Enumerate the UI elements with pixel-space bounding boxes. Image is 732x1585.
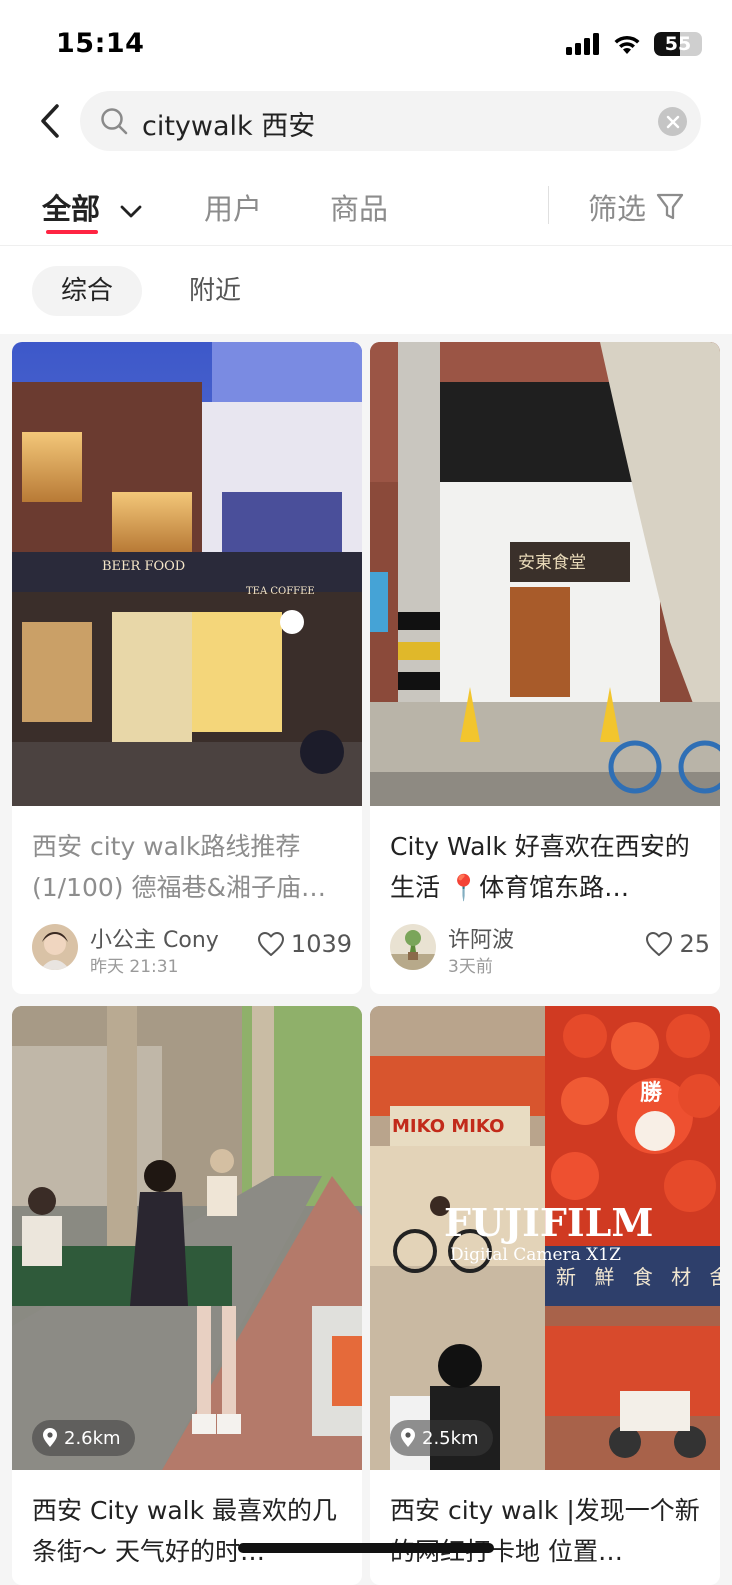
daruma-char: 勝 <box>640 1081 663 1106</box>
shop-characters: 新 鮮 食 材 舍 <box>556 1265 720 1289</box>
signal-icon <box>566 33 599 55</box>
distance-badge: 2.5km <box>390 1420 493 1456</box>
tab-divider <box>548 186 549 224</box>
sort-tabs: 综合 附近 <box>0 248 732 334</box>
back-arrow-icon <box>41 104 59 138</box>
filter-button[interactable]: 筛选 <box>588 186 684 228</box>
distance-badge: 2.6km <box>32 1420 135 1456</box>
post-card[interactable]: MIKO MIKO FUJIFILM Digital Camera X1Z 勝 … <box>370 1006 720 1585</box>
distance-text: 2.6km <box>64 1427 121 1449</box>
category-tabs: 全部 用户 商品 筛选 <box>0 172 732 246</box>
subtab-general[interactable]: 综合 <box>32 266 142 316</box>
home-indicator[interactable] <box>238 1543 494 1553</box>
search-query: citywalk 西安 <box>142 111 316 142</box>
search-header: citywalk 西安 <box>0 88 732 154</box>
post-card[interactable]: 安東食堂 City Walk 好喜欢在西安的生活 📍体育馆东路… 许阿波 3天前… <box>370 342 720 994</box>
active-tab-indicator <box>46 230 98 234</box>
post-image[interactable]: BEER FOOD TEA COFFEE <box>12 342 362 806</box>
post-title[interactable]: 西安 City walk 最喜欢的几条街～ 天气好的时… <box>32 1490 350 1572</box>
battery-icon: 55 <box>654 32 702 56</box>
chevron-down-icon <box>120 205 142 218</box>
status-bar: 15:14 55 <box>0 0 732 86</box>
post-time: 昨天 21:31 <box>90 957 179 977</box>
post-image[interactable] <box>12 1006 362 1470</box>
battery-level: 55 <box>664 33 692 55</box>
like-count: 25 <box>679 930 710 958</box>
tea-coffee-sign: TEA COFFEE <box>246 586 315 597</box>
shop-sign: 安東食堂 <box>518 553 586 573</box>
post-time: 3天前 <box>448 957 493 977</box>
search-input[interactable]: citywalk 西安 <box>80 91 701 151</box>
tab-goods[interactable]: 商品 <box>330 186 388 228</box>
avatar[interactable] <box>390 924 436 970</box>
fujifilm-watermark: FUJIFILM <box>444 1200 653 1245</box>
location-pin-icon <box>43 1428 57 1447</box>
tab-all[interactable]: 全部 <box>42 186 142 228</box>
status-time: 15:14 <box>56 28 145 59</box>
post-card[interactable]: 2.6km 西安 City walk 最喜欢的几条街～ 天气好的时… <box>12 1006 362 1585</box>
post-card[interactable]: BEER FOOD TEA COFFEE 西安 city walk路线推荐 (1… <box>12 342 362 994</box>
post-image[interactable]: 安東食堂 <box>370 342 720 806</box>
wifi-icon <box>614 35 640 54</box>
post-author[interactable]: 许阿波 3天前 25 <box>390 922 710 977</box>
location-pin-icon <box>401 1428 415 1447</box>
post-title[interactable]: 西安 city walk |发现一个新的网红打卡地 位置… <box>390 1490 708 1572</box>
back-button[interactable] <box>30 98 70 144</box>
camera-watermark: Digital Camera X1Z <box>450 1245 621 1265</box>
post-title[interactable]: City Walk 好喜欢在西安的生活 📍体育馆东路… <box>390 826 708 908</box>
like-button[interactable]: 25 <box>645 930 710 958</box>
post-image[interactable]: MIKO MIKO FUJIFILM Digital Camera X1Z 勝 … <box>370 1006 720 1470</box>
beer-food-sign: BEER FOOD <box>102 559 185 574</box>
author-name[interactable]: 小公主 Cony <box>90 922 219 954</box>
status-icons: 55 <box>566 32 702 56</box>
like-count: 1039 <box>290 930 352 958</box>
filter-icon <box>656 193 684 220</box>
avatar[interactable] <box>32 924 78 970</box>
post-title[interactable]: 西安 city walk路线推荐 (1/100) 德福巷&湘子庙… <box>32 826 350 908</box>
search-icon <box>101 108 128 135</box>
miko-sign: MIKO MIKO <box>392 1116 504 1137</box>
post-author[interactable]: 小公主 Cony 昨天 21:31 1039 <box>32 922 352 977</box>
author-name[interactable]: 许阿波 <box>448 922 514 954</box>
like-button[interactable]: 1039 <box>257 930 352 958</box>
distance-text: 2.5km <box>422 1427 479 1449</box>
tab-users[interactable]: 用户 <box>204 186 262 228</box>
clear-search-button[interactable] <box>658 107 687 136</box>
heart-icon <box>646 932 673 956</box>
heart-icon <box>257 932 284 956</box>
subtab-nearby[interactable]: 附近 <box>160 266 270 316</box>
tab-all-label: 全部 <box>42 192 101 226</box>
filter-label: 筛选 <box>588 192 647 226</box>
close-icon <box>666 115 679 128</box>
